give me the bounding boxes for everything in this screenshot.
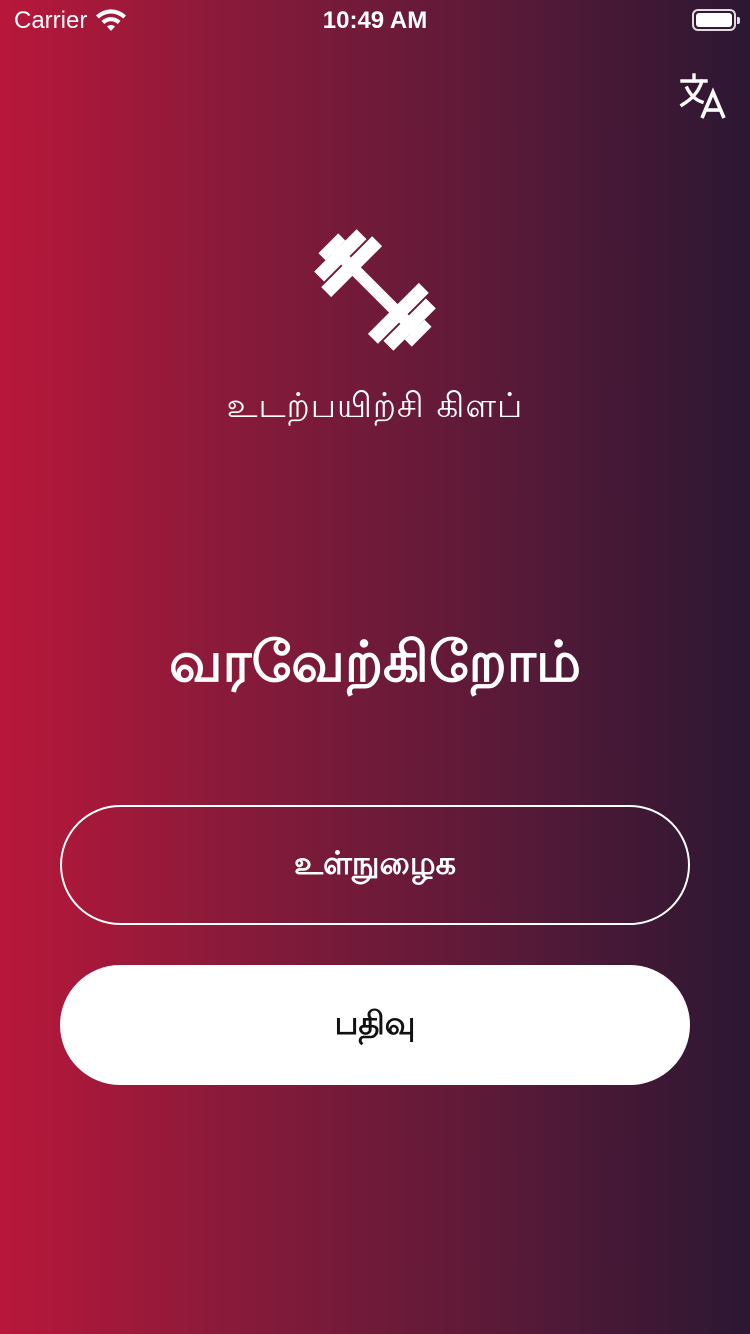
battery-level [696,13,732,27]
dumbbell-icon [314,229,436,351]
language-button[interactable] [678,72,728,122]
club-name: உடற்பயிற்சி கிளப் [226,386,524,426]
register-button[interactable]: பதிவு [60,965,690,1085]
status-time: 10:49 AM [322,7,428,34]
register-button-label: பதிவு [334,1004,416,1042]
translate-icon [679,73,726,119]
status-bar: Carrier 10:49 AM [0,0,750,40]
battery-icon [692,9,740,31]
login-button-label: உள்நுழைக [293,844,457,882]
logo-block: உடற்பயிற்சி கிளப் [0,220,750,430]
login-button[interactable]: உள்நுழைக [60,805,690,925]
welcome-heading: வரவேற்கிறோம் [168,630,582,695]
